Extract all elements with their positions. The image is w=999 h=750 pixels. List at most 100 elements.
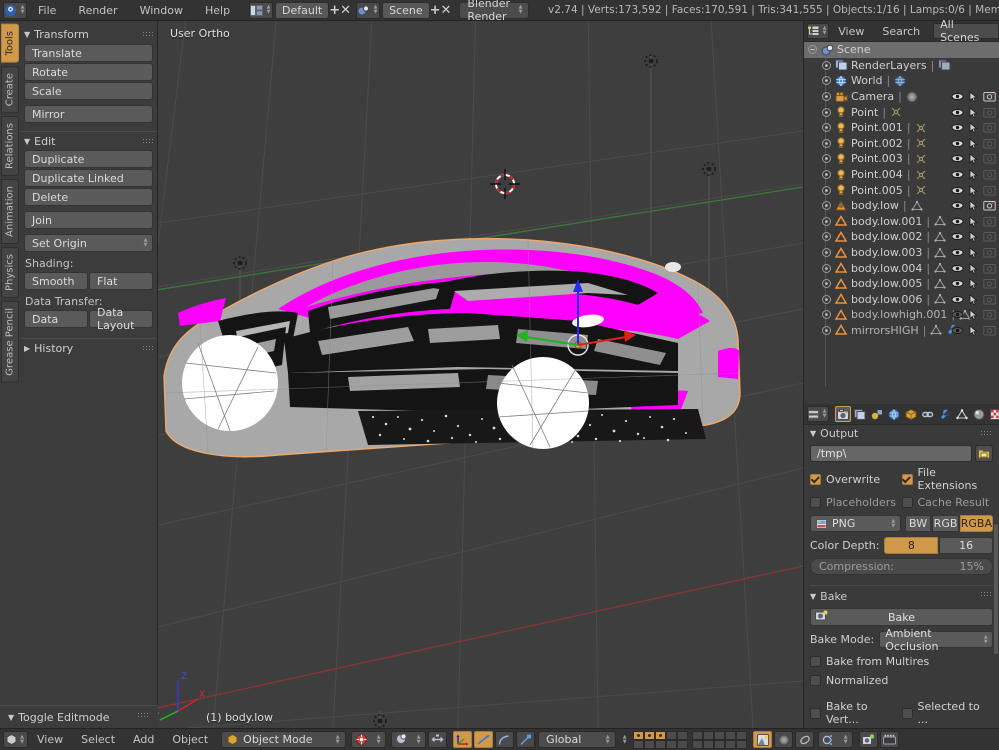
- outliner-toggle[interactable]: [981, 309, 997, 320]
- outliner-row[interactable]: RenderLayers |: [804, 58, 999, 74]
- outliner-row[interactable]: body.low.002 |: [804, 229, 999, 245]
- outliner-row[interactable]: Point.003 |: [804, 151, 999, 167]
- outliner-toggle[interactable]: [965, 122, 981, 134]
- tab-scene[interactable]: [869, 406, 885, 422]
- outliner-toggle[interactable]: [949, 185, 965, 196]
- visibility-eye-icon[interactable]: [951, 231, 964, 242]
- menu-window[interactable]: Window: [129, 0, 194, 21]
- add-scene-button[interactable]: +: [430, 2, 441, 19]
- layer-cell[interactable]: [677, 730, 689, 740]
- outliner-toggle[interactable]: [949, 294, 965, 305]
- tab-object[interactable]: [903, 406, 919, 422]
- outliner-toggle[interactable]: [949, 122, 965, 133]
- outliner-toggle[interactable]: [965, 153, 981, 165]
- outliner-toggle[interactable]: [981, 247, 997, 258]
- outliner-row[interactable]: Point.001 |: [804, 120, 999, 136]
- renderability-camera-icon[interactable]: [982, 169, 996, 180]
- color-mode-rgba[interactable]: RGBA: [959, 515, 994, 532]
- add-layout-button[interactable]: +: [329, 2, 340, 19]
- button-shade-flat[interactable]: Flat: [89, 272, 153, 290]
- renderability-camera-icon[interactable]: [982, 107, 996, 118]
- 3d-viewport[interactable]: Z Y X User Ortho (1) body.low: [158, 21, 803, 728]
- visibility-eye-icon[interactable]: [951, 169, 964, 180]
- compression-slider[interactable]: Compression: 15%: [810, 558, 993, 575]
- outliner-row[interactable]: body.low.004 |: [804, 260, 999, 276]
- footer-editor-type-button[interactable]: ▲ ▼: [3, 731, 28, 748]
- color-depth-8[interactable]: 8: [884, 537, 939, 554]
- menu-render[interactable]: Render: [67, 0, 128, 21]
- outliner-toggle[interactable]: [981, 185, 997, 196]
- panel-header-output[interactable]: ▼ Output: [810, 425, 993, 441]
- layer-cell[interactable]: [736, 730, 748, 740]
- properties-type-spinner[interactable]: ▲ ▼: [821, 409, 828, 419]
- outliner-toggle[interactable]: [949, 200, 965, 211]
- outliner-toggle[interactable]: [981, 138, 997, 149]
- tab-physics[interactable]: Physics: [1, 246, 19, 298]
- tab-constraints[interactable]: [920, 406, 936, 422]
- visibility-eye-icon[interactable]: [951, 294, 964, 305]
- expand-toggle-icon[interactable]: [822, 185, 831, 195]
- outliner-data-icon[interactable]: [915, 122, 928, 134]
- placeholders-checkbox[interactable]: [810, 497, 821, 508]
- visibility-eye-icon[interactable]: [951, 278, 964, 289]
- panel-header-transform[interactable]: ▼ Transform: [21, 25, 157, 43]
- snap-dropdown[interactable]: ▲ ▼: [391, 731, 427, 748]
- color-mode-rgb[interactable]: RGB: [932, 515, 959, 532]
- color-depth-16[interactable]: 16: [939, 537, 993, 554]
- outliner-row[interactable]: body.low.001 |: [804, 214, 999, 230]
- layout-spinner[interactable]: ▲ ▼: [265, 5, 272, 15]
- outliner-data-icon[interactable]: [894, 75, 907, 87]
- overwrite-checkbox-group[interactable]: Overwrite: [810, 473, 902, 486]
- visibility-eye-icon[interactable]: [951, 216, 964, 227]
- outliner-toggle[interactable]: [965, 325, 981, 336]
- outliner-toggle[interactable]: [949, 216, 965, 227]
- expand-toggle-icon[interactable]: [822, 123, 831, 133]
- expand-toggle-icon[interactable]: [822, 107, 831, 117]
- output-path-browse-button[interactable]: [975, 445, 993, 462]
- overwrite-checkbox[interactable]: [810, 473, 821, 485]
- outliner-row[interactable]: World |: [804, 73, 999, 89]
- expand-toggle-icon[interactable]: [822, 263, 831, 273]
- tab-animation[interactable]: Animation: [1, 178, 19, 244]
- visibility-eye-icon[interactable]: [951, 200, 964, 211]
- outliner-toggle[interactable]: [981, 107, 997, 118]
- outliner-toggle[interactable]: [965, 262, 981, 274]
- outliner-data-icon[interactable]: [934, 293, 947, 305]
- expand-toggle-icon[interactable]: [822, 310, 831, 320]
- properties-editor-type-button[interactable]: ▲ ▼: [807, 406, 829, 422]
- outliner-toggle[interactable]: [949, 169, 965, 180]
- dropdown-set-origin[interactable]: Set Origin ▲ ▼: [24, 234, 153, 252]
- delete-layout-button[interactable]: ✕: [340, 2, 351, 19]
- interaction-mode-dropdown[interactable]: Object Mode ▲ ▼: [221, 731, 347, 748]
- selectability-cursor-icon[interactable]: [967, 215, 980, 227]
- file-extensions-checkbox-group[interactable]: File Extensions: [901, 466, 994, 492]
- outliner-toggle[interactable]: [965, 184, 981, 196]
- expand-toggle-icon[interactable]: [822, 138, 831, 148]
- outliner-menu-search[interactable]: Search: [873, 25, 929, 38]
- outliner-row[interactable]: Scene: [804, 42, 999, 58]
- outliner-toggle[interactable]: [949, 153, 965, 164]
- outliner-row[interactable]: Point.002 |: [804, 136, 999, 152]
- renderability-camera-icon[interactable]: [982, 122, 996, 133]
- visibility-eye-icon[interactable]: [951, 185, 964, 196]
- outliner-data-icon[interactable]: [938, 59, 951, 71]
- outliner-data-icon[interactable]: [890, 106, 903, 118]
- layer-cell[interactable]: [644, 730, 656, 740]
- selected-to-checkbox[interactable]: [901, 707, 913, 719]
- visibility-eye-icon[interactable]: [951, 263, 964, 274]
- expand-toggle-icon[interactable]: [822, 279, 831, 289]
- tab-render-layers[interactable]: [852, 406, 868, 422]
- button-rotate[interactable]: Rotate: [24, 63, 153, 81]
- renderability-camera-icon[interactable]: [982, 278, 996, 289]
- outliner-toggle[interactable]: [981, 231, 997, 242]
- button-delete[interactable]: Delete: [24, 188, 153, 206]
- visibility-eye-icon[interactable]: [951, 153, 964, 164]
- outliner-toggle[interactable]: [965, 309, 981, 321]
- renderability-camera-icon[interactable]: [982, 294, 996, 305]
- screen-layout-browse-button[interactable]: ▲ ▼: [249, 1, 274, 19]
- panel-header-bake[interactable]: ▼ Bake: [810, 585, 993, 604]
- layer-cell[interactable]: [633, 739, 645, 749]
- selectability-cursor-icon[interactable]: [967, 106, 980, 118]
- outliner-toggle[interactable]: [981, 91, 997, 102]
- selectability-cursor-icon[interactable]: [967, 153, 980, 165]
